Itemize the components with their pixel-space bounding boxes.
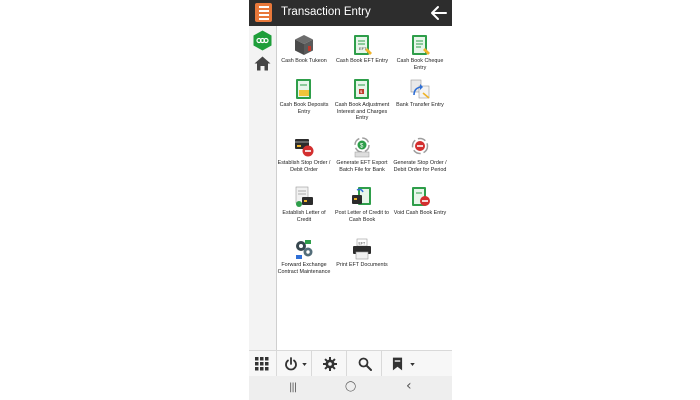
tile-label: Post Letter of Credit to Cash Book (335, 210, 389, 223)
tile-label: Cash Book EFT Entry (335, 58, 389, 64)
recent-apps-icon[interactable]: ||| (289, 382, 297, 393)
tile-label: Cash Book Tukeon (281, 58, 327, 64)
page-title: Transaction Entry (281, 6, 371, 18)
system-navigation-bar: ||| ◯ ‹ (249, 376, 452, 400)
tile-bank-transfer-entry[interactable]: Bank Transfer Entry (392, 78, 448, 109)
bookmark-icon (392, 357, 403, 371)
search-button[interactable] (346, 351, 382, 377)
tile-generate-stop-order[interactable]: Generate Stop Order / Debit Order for Pe… (392, 136, 448, 173)
green-book-eft-icon: EFT (354, 35, 372, 55)
forward-exchange-gears-icon (296, 240, 313, 259)
settings-button[interactable] (311, 351, 347, 377)
void-cash-book-icon (412, 187, 430, 206)
chevron-down-icon (302, 363, 307, 366)
back-nav-icon[interactable]: ‹ (406, 378, 412, 394)
chevron-down-icon (410, 363, 415, 366)
stop-order-card-icon (295, 139, 314, 157)
settings-gear-icon (323, 357, 337, 371)
tile-label: Generate EFT Export Batch File for Bank (336, 160, 388, 173)
tile-establish-stop-order[interactable]: Establish Stop Order / Debit Order (276, 136, 332, 173)
tile-label: Cash Book Deposits Entry (279, 102, 329, 115)
tile-label: Bank Transfer Entry (396, 102, 444, 108)
back-arrow-icon[interactable] (429, 3, 449, 23)
green-book-adjustment-icon: $ (354, 79, 369, 99)
phone-screen: Transaction Entry Cash Book Tukeon EFT C… (249, 0, 452, 400)
bookmark-button[interactable] (381, 351, 422, 377)
green-book-cheque-icon (412, 35, 430, 55)
green-book-deposit-icon (296, 79, 311, 99)
tile-label: Establish Stop Order / Debit Order (277, 160, 331, 173)
letter-of-credit-icon (295, 186, 313, 207)
tile-label: Cash Book Cheque Entry (396, 58, 444, 71)
tile-cash-book-cheque-entry[interactable]: Cash Book Cheque Entry (392, 34, 448, 71)
tile-cash-book-adjustment[interactable]: $ Cash Book Adjustment Interest and Char… (334, 78, 390, 122)
apps-grid-button[interactable] (249, 351, 276, 377)
bank-transfer-icon (410, 79, 430, 99)
tile-void-cash-book-entry[interactable]: Void Cash Book Entry (392, 186, 448, 217)
generate-eft-export-icon: $ (354, 137, 370, 158)
home-icon[interactable] (254, 56, 271, 71)
bottom-toolbar (249, 350, 452, 377)
home-nav-icon[interactable]: ◯ (345, 381, 356, 392)
tile-label: Forward Exchange Contract Maintenance (277, 262, 331, 275)
cube-package-icon (295, 35, 313, 55)
tile-generate-eft-export[interactable]: $ Generate EFT Export Batch File for Ban… (334, 136, 390, 173)
print-eft-icon: EFT (353, 238, 371, 260)
tile-label: Print EFT Documents (336, 262, 388, 268)
power-icon (285, 357, 297, 371)
tile-establish-letter-of-credit[interactable]: Establish Letter of Credit (276, 186, 332, 223)
app-logo-icon[interactable] (252, 30, 273, 51)
tile-post-letter-of-credit[interactable]: Post Letter of Credit to Cash Book (334, 186, 390, 223)
tile-forward-exchange-contract[interactable]: Forward Exchange Contract Maintenance (276, 238, 332, 275)
tile-label: Generate Stop Order / Debit Order for Pe… (393, 160, 447, 173)
power-button[interactable] (276, 351, 312, 377)
tile-cash-book-eft-entry[interactable]: EFT Cash Book EFT Entry (334, 34, 390, 65)
svg-text:EFT: EFT (359, 242, 366, 246)
tile-cash-book-deposits-entry[interactable]: Cash Book Deposits Entry (276, 78, 332, 115)
search-icon (358, 357, 372, 371)
title-bar: Transaction Entry (249, 0, 452, 26)
tile-label: Cash Book Adjustment Interest and Charge… (334, 102, 390, 122)
tile-print-eft-documents[interactable]: EFT Print EFT Documents (334, 238, 390, 269)
hamburger-menu-icon[interactable] (255, 3, 272, 22)
post-letter-of-credit-icon (352, 187, 371, 205)
tile-cash-book-tukeon[interactable]: Cash Book Tukeon (276, 34, 332, 65)
generate-stop-order-icon (411, 137, 429, 155)
transaction-menu-grid: Cash Book Tukeon EFT Cash Book EFT Entry (276, 26, 452, 350)
tile-label: Establish Letter of Credit (282, 210, 326, 223)
sidebar (249, 26, 277, 350)
tile-label: Void Cash Book Entry (393, 210, 447, 216)
apps-grid-icon (255, 357, 269, 371)
